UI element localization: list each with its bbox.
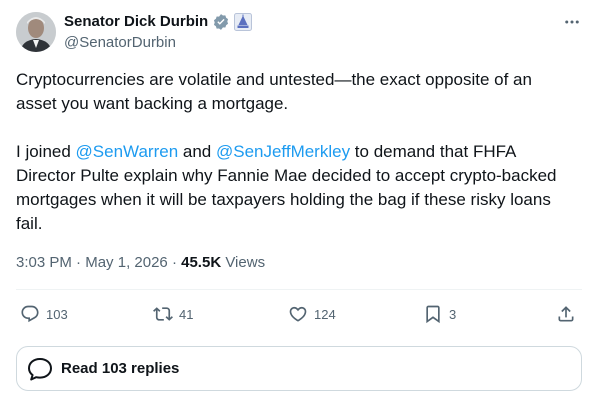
tweet-text: Cryptocurrencies are volatile and untest… (16, 68, 576, 236)
bookmark-button[interactable]: 3 (423, 300, 456, 328)
divider (16, 289, 582, 290)
tweet-time-link[interactable]: 3:03 PM (16, 254, 72, 271)
avatar-image (16, 12, 56, 52)
tweet-meta: 3:03 PM · May 1, 2026 · 45.5K Views (16, 253, 265, 273)
share-button[interactable] (556, 300, 576, 328)
reply-count: 103 (46, 306, 68, 322)
like-button[interactable]: 124 (288, 300, 336, 328)
more-options-button[interactable] (562, 12, 582, 32)
repost-icon (153, 307, 173, 321)
bookmark-count: 3 (449, 306, 457, 322)
tweet-text-segment: I joined (16, 142, 76, 161)
author-block: Senator Dick Durbin @SenatorDurbin (64, 12, 253, 53)
views-label: Views (221, 254, 266, 271)
reply-button[interactable]: 103 (20, 300, 68, 328)
share-icon (558, 306, 574, 322)
tweet-text-segment: and (178, 142, 216, 161)
like-count: 124 (314, 306, 336, 322)
more-horizontal-icon (565, 20, 579, 24)
reply-bubble-icon (28, 357, 52, 380)
meta-separator: · (71, 254, 86, 271)
tweet-actions-bar: 103 41 124 3 (16, 300, 582, 328)
tweet-paragraph-1: Cryptocurrencies are volatile and untest… (16, 70, 532, 113)
author-avatar[interactable] (16, 12, 56, 52)
views-count: 45.5K (181, 254, 222, 271)
author-name-row: Senator Dick Durbin (64, 12, 253, 32)
author-display-name[interactable]: Senator Dick Durbin (64, 12, 208, 32)
reply-icon (21, 305, 39, 323)
bookmark-icon (426, 305, 440, 324)
author-handle[interactable]: @SenatorDurbin (64, 33, 252, 53)
meta-separator: · (167, 254, 182, 271)
tweet-date-link[interactable]: May 1, 2026 (85, 254, 168, 271)
capitol-icon[interactable] (234, 13, 253, 31)
mention-senjeffmerkley-link[interactable]: @SenJeffMerkley (216, 142, 350, 161)
tweet-paragraph-2: I joined @SenWarren and @SenJeffMerkley … (16, 140, 576, 236)
mention-senwarren-link[interactable]: @SenWarren (76, 142, 179, 161)
read-replies-button[interactable]: Read 103 replies (16, 346, 582, 391)
read-replies-label: Read 103 replies (61, 360, 180, 377)
government-verified-icon[interactable] (212, 13, 230, 31)
heart-icon (289, 306, 307, 322)
repost-count: 41 (179, 306, 194, 322)
repost-button[interactable]: 41 (153, 300, 193, 328)
